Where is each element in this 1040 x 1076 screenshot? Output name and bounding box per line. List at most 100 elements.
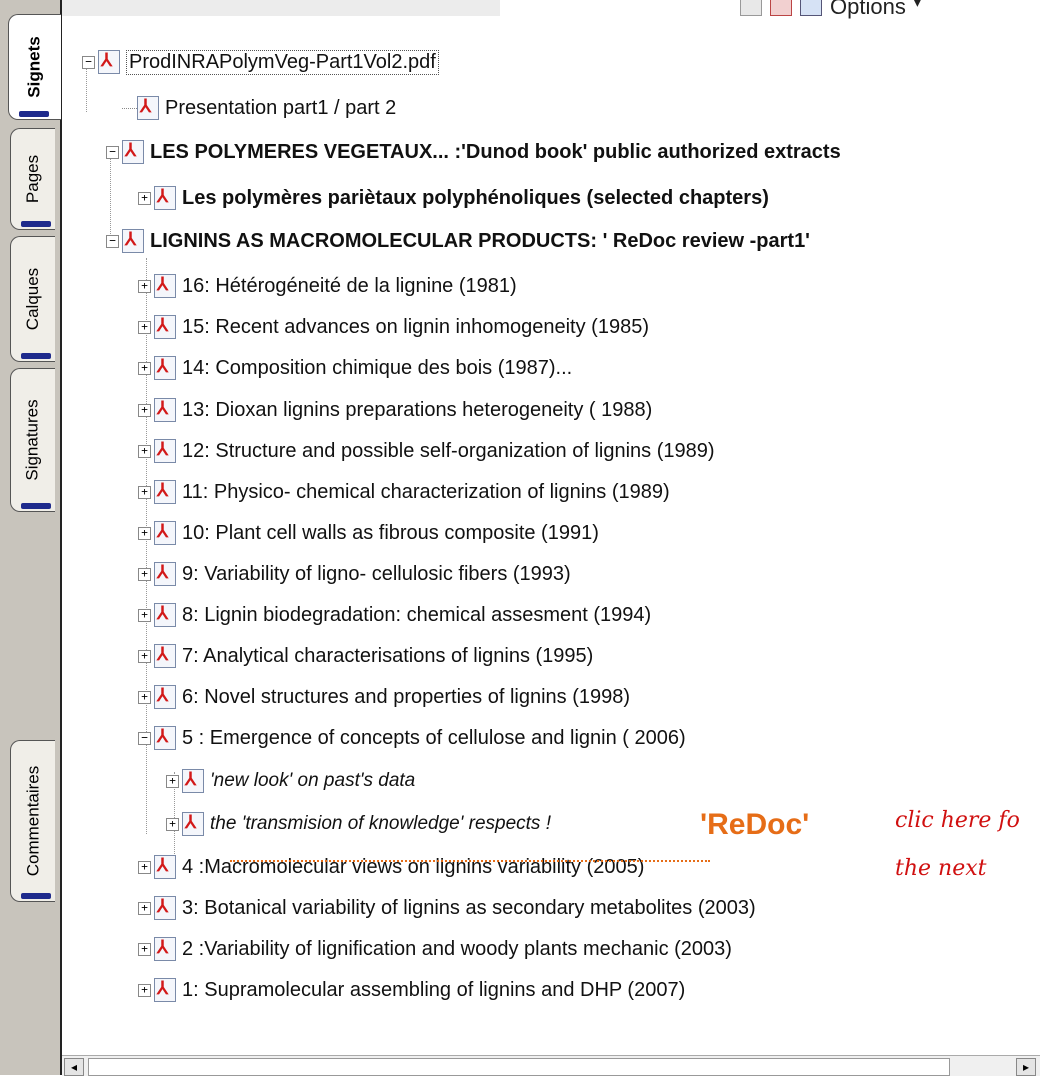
item-label[interactable]: 15: Recent advances on lignin inhomogene… xyxy=(182,316,649,339)
expand-icon[interactable]: + xyxy=(138,526,151,540)
pdf-icon xyxy=(154,315,176,339)
pdf-icon xyxy=(154,896,176,920)
tree-item-4[interactable]: + 4 :Macromolecular views on lignins var… xyxy=(138,850,644,884)
tree-item-9[interactable]: + 9: Variability of ligno- cellulosic fi… xyxy=(138,557,571,591)
item-label[interactable]: Les polymères pariètaux polyphénoliques … xyxy=(182,187,769,210)
tree-item-14[interactable]: + 14: Composition chimique des bois (198… xyxy=(138,351,572,385)
expand-icon[interactable]: + xyxy=(138,320,151,334)
item-label[interactable]: 1: Supramolecular assembling of lignins … xyxy=(182,979,685,1002)
scroll-right-icon[interactable]: ▸ xyxy=(1016,1058,1036,1076)
expand-icon[interactable]: + xyxy=(138,403,151,417)
item-label[interactable]: 11: Physico- chemical characterization o… xyxy=(182,481,670,504)
pdf-icon xyxy=(154,603,176,627)
expand-icon[interactable]: + xyxy=(138,485,151,499)
item-label[interactable]: the 'transmision of knowledge' respects … xyxy=(210,813,551,835)
item-label[interactable]: LES POLYMERES VEGETAUX... :'Dunod book' … xyxy=(150,141,841,164)
expand-icon[interactable]: + xyxy=(138,860,151,874)
collapse-icon[interactable]: − xyxy=(106,145,119,159)
tab-signatures[interactable]: Signatures xyxy=(10,368,55,512)
pdf-icon xyxy=(154,439,176,463)
collapse-icon[interactable]: − xyxy=(138,731,151,745)
item-label[interactable]: 10: Plant cell walls as fibrous composit… xyxy=(182,522,599,545)
tree-item-lignins[interactable]: − LIGNINS AS MACROMOLECULAR PRODUCTS: ' … xyxy=(106,224,810,258)
tab-grip-icon xyxy=(19,111,49,117)
delete-bookmark-icon[interactable] xyxy=(770,0,792,16)
item-label[interactable]: 2 :Variability of lignification and wood… xyxy=(182,938,732,961)
tree-item-2[interactable]: + 2 :Variability of lignification and wo… xyxy=(138,932,732,966)
pdf-icon xyxy=(154,726,176,750)
pdf-icon xyxy=(154,186,176,210)
tree-item-15[interactable]: + 15: Recent advances on lignin inhomoge… xyxy=(138,310,649,344)
new-bookmark-icon[interactable] xyxy=(800,0,822,16)
item-label[interactable]: 12: Structure and possible self-organiza… xyxy=(182,440,715,463)
collapse-icon[interactable]: − xyxy=(106,234,119,248)
tree-item-16[interactable]: + 16: Hétérogéneité de la lignine (1981) xyxy=(138,269,517,303)
pdf-icon xyxy=(122,140,144,164)
tree-item-parietaux[interactable]: + Les polymères pariètaux polyphénolique… xyxy=(138,181,769,215)
item-label[interactable]: 3: Botanical variability of lignins as s… xyxy=(182,897,756,920)
pdf-icon xyxy=(154,480,176,504)
tree-item-3[interactable]: + 3: Botanical variability of lignins as… xyxy=(138,891,756,925)
expand-icon[interactable]: + xyxy=(138,901,151,915)
tab-pages[interactable]: Pages xyxy=(10,128,55,230)
item-label[interactable]: LIGNINS AS MACROMOLECULAR PRODUCTS: ' Re… xyxy=(150,230,810,253)
page-icon[interactable] xyxy=(740,0,762,16)
pdf-icon xyxy=(154,521,176,545)
tab-calques[interactable]: Calques xyxy=(10,236,55,362)
tree-subitem-transmision[interactable]: + the 'transmision of knowledge' respect… xyxy=(166,807,551,841)
tree-item-6[interactable]: + 6: Novel structures and properties of … xyxy=(138,680,630,714)
expand-icon[interactable]: + xyxy=(138,444,151,458)
tree-subitem-new-look[interactable]: + 'new look' on past's data xyxy=(166,764,415,798)
pdf-icon xyxy=(154,398,176,422)
redoc-link[interactable]: 'ReDoc' xyxy=(700,808,809,842)
expand-icon[interactable]: + xyxy=(138,690,151,704)
tree-item-10[interactable]: + 10: Plant cell walls as fibrous compos… xyxy=(138,516,599,550)
scrollbar-thumb[interactable] xyxy=(88,1058,950,1076)
expand-icon[interactable]: + xyxy=(166,817,179,831)
tab-grip-icon xyxy=(21,353,51,359)
tree-item-13[interactable]: + 13: Dioxan lignins preparations hetero… xyxy=(138,393,652,427)
expand-icon[interactable]: + xyxy=(138,279,151,293)
item-label[interactable]: 16: Hétérogéneité de la lignine (1981) xyxy=(182,275,517,298)
expand-icon[interactable]: + xyxy=(138,649,151,663)
tree-item-1[interactable]: + 1: Supramolecular assembling of lignin… xyxy=(138,973,685,1007)
tab-commentaires-label: Commentaires xyxy=(23,765,43,877)
expand-icon[interactable]: + xyxy=(138,361,151,375)
tree-item-7[interactable]: + 7: Analytical characterisations of lig… xyxy=(138,639,593,673)
item-label[interactable]: 14: Composition chimique des bois (1987)… xyxy=(182,357,572,380)
scroll-left-icon[interactable]: ◂ xyxy=(64,1058,84,1076)
options-menu[interactable]: Options xyxy=(830,0,906,20)
expand-icon[interactable]: + xyxy=(138,608,151,622)
tree-item-presentation[interactable]: Presentation part1 / part 2 xyxy=(122,91,396,125)
item-label[interactable]: 7: Analytical characterisations of ligni… xyxy=(182,645,593,668)
expand-icon[interactable]: + xyxy=(138,942,151,956)
expand-icon[interactable]: + xyxy=(166,774,179,788)
item-label[interactable]: Presentation part1 / part 2 xyxy=(165,97,396,120)
tree-item-8[interactable]: + 8: Lignin biodegradation: chemical ass… xyxy=(138,598,651,632)
horizontal-scrollbar[interactable]: ◂ ▸ xyxy=(62,1055,1040,1076)
collapse-icon[interactable]: − xyxy=(82,55,95,69)
tree-item-12[interactable]: + 12: Structure and possible self-organi… xyxy=(138,434,715,468)
pdf-icon xyxy=(182,769,204,793)
item-label[interactable]: 9: Variability of ligno- cellulosic fibe… xyxy=(182,563,571,586)
bookmark-tree: − ProdINRAPolymVeg-Part1Vol2.pdf Present… xyxy=(62,40,1040,1055)
chevron-down-icon[interactable]: ▾ xyxy=(914,0,921,11)
tree-item-polymeres[interactable]: − LES POLYMERES VEGETAUX... :'Dunod book… xyxy=(106,135,841,169)
item-label[interactable]: 8: Lignin biodegradation: chemical asses… xyxy=(182,604,651,627)
item-label[interactable]: 'new look' on past's data xyxy=(210,770,415,792)
expand-icon[interactable]: + xyxy=(138,983,151,997)
tree-item-5[interactable]: − 5 : Emergence of concepts of cellulose… xyxy=(138,721,686,755)
item-label[interactable]: 13: Dioxan lignins preparations heteroge… xyxy=(182,399,652,422)
pdf-icon xyxy=(98,50,120,74)
tree-root[interactable]: − ProdINRAPolymVeg-Part1Vol2.pdf xyxy=(82,45,439,79)
item-label[interactable]: 6: Novel structures and properties of li… xyxy=(182,686,630,709)
tab-signets[interactable]: Signets xyxy=(8,14,61,120)
expand-icon[interactable]: + xyxy=(138,567,151,581)
toolbar-tools: Options ▾ xyxy=(740,0,921,26)
expand-icon[interactable]: + xyxy=(138,191,151,205)
item-label[interactable]: 5 : Emergence of concepts of cellulose a… xyxy=(182,727,686,750)
tab-commentaires[interactable]: Commentaires xyxy=(10,740,55,902)
item-label[interactable]: 4 :Macromolecular views on lignins varia… xyxy=(182,856,644,879)
root-label[interactable]: ProdINRAPolymVeg-Part1Vol2.pdf xyxy=(126,49,439,75)
tree-item-11[interactable]: + 11: Physico- chemical characterization… xyxy=(138,475,670,509)
